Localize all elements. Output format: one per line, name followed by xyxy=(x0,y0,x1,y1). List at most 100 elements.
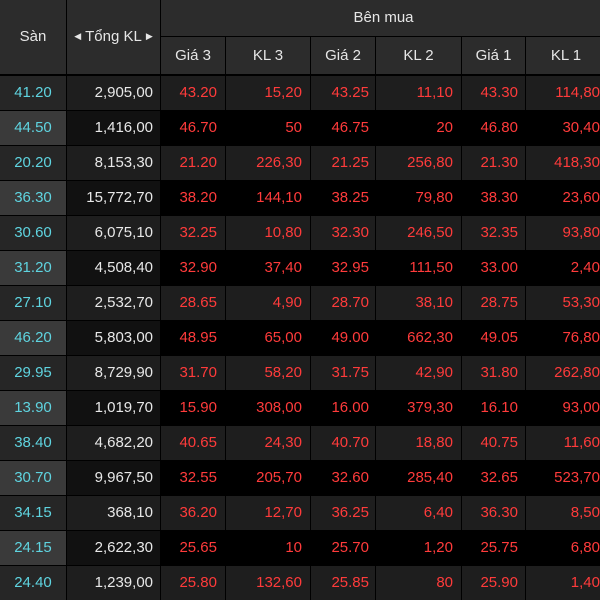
bid-volume-3-cell: 308,00 xyxy=(226,391,310,425)
bid-price-3-cell: 43.20 xyxy=(161,76,225,110)
bid-volume-3-cell: 4,90 xyxy=(226,286,310,320)
header-gia-1-label: Giá 1 xyxy=(475,47,512,64)
bid-volume-2-cell: 246,50 xyxy=(376,216,461,250)
floor-price-cell: 13.90 xyxy=(0,391,66,425)
floor-price-cell: 36.30 xyxy=(0,181,66,215)
bid-volume-3-cell: 50 xyxy=(226,111,310,145)
header-kl-2-label: KL 2 xyxy=(403,47,434,64)
table-row[interactable]: 46.20 5,803,00 48.95 65,00 49.00 662,30 49.05 7… xyxy=(0,321,600,356)
bid-volume-1-cell: 114,80 xyxy=(526,76,600,110)
bid-price-3-cell: 28.65 xyxy=(161,286,225,320)
bid-volume-1-cell: 6,80 xyxy=(526,531,600,565)
bid-volume-3-cell: 144,10 xyxy=(226,181,310,215)
floor-price-cell: 29.95 xyxy=(0,356,66,390)
bid-volume-2-cell: 285,40 xyxy=(376,461,461,495)
bid-volume-2-cell: 256,80 xyxy=(376,146,461,180)
table-row[interactable]: 34.15 368,10 36.20 12,70 36.25 6,40 36.30 8,50 xyxy=(0,496,600,531)
bid-price-3-cell: 40.65 xyxy=(161,426,225,460)
header-gia-3-label: Giá 3 xyxy=(175,47,211,64)
floor-price-cell: 44.50 xyxy=(0,111,66,145)
total-volume-cell: 8,729,90 xyxy=(67,356,160,390)
bid-volume-1-cell: 93,80 xyxy=(526,216,600,250)
table-row[interactable]: 13.90 1,019,70 15.90 308,00 16.00 379,30 16.10… xyxy=(0,391,600,426)
floor-price-cell: 27.10 xyxy=(0,286,66,320)
bid-volume-1-cell: 523,70 xyxy=(526,461,600,495)
header-gia-3: Giá 3 xyxy=(161,37,225,74)
header-kl-2: KL 2 xyxy=(376,37,461,74)
bid-volume-2-cell: 80 xyxy=(376,566,461,600)
total-volume-cell: 8,153,30 xyxy=(67,146,160,180)
floor-price-cell: 34.15 xyxy=(0,496,66,530)
header-ben-mua-label: Bên mua xyxy=(353,9,414,26)
table-row[interactable]: 30.60 6,075,10 32.25 10,80 32.30 246,50 32.35 9… xyxy=(0,216,600,251)
bid-price-2-cell: 38.25 xyxy=(311,181,375,215)
total-volume-cell: 1,019,70 xyxy=(67,391,160,425)
bid-volume-1-cell: 8,50 xyxy=(526,496,600,530)
bid-volume-2-cell: 662,30 xyxy=(376,321,461,355)
table-row[interactable]: 36.30 15,772,70 38.20 144,10 38.25 79,80 38.30… xyxy=(0,181,600,216)
bid-price-2-cell: 49.00 xyxy=(311,321,375,355)
total-volume-cell: 6,075,10 xyxy=(67,216,160,250)
table-row[interactable]: 24.15 2,622,30 25.65 10 25.70 1,20 25.75 6,80 xyxy=(0,531,600,566)
caret-left-icon[interactable]: ◀ xyxy=(74,0,81,73)
header-gia-2: Giá 2 xyxy=(311,37,375,74)
bid-price-3-cell: 15.90 xyxy=(161,391,225,425)
bid-volume-1-cell: 1,40 xyxy=(526,566,600,600)
table-row[interactable]: 20.20 8,153,30 21.20 226,30 21.25 256,80 21.30… xyxy=(0,146,600,181)
table-row[interactable]: 41.20 2,905,00 43.20 15,20 43.25 11,10 43.30 11… xyxy=(0,76,600,111)
header-gia-2-label: Giá 2 xyxy=(325,47,361,64)
bid-volume-2-cell: 379,30 xyxy=(376,391,461,425)
bid-price-3-cell: 25.65 xyxy=(161,531,225,565)
bid-price-1-cell: 33.00 xyxy=(462,251,525,285)
bid-price-1-cell: 31.80 xyxy=(462,356,525,390)
bid-volume-3-cell: 10,80 xyxy=(226,216,310,250)
table-row[interactable]: 27.10 2,532,70 28.65 4,90 28.70 38,10 28.75 53,… xyxy=(0,286,600,321)
floor-price-cell: 30.70 xyxy=(0,461,66,495)
bid-volume-3-cell: 226,30 xyxy=(226,146,310,180)
bid-price-3-cell: 31.70 xyxy=(161,356,225,390)
header-ben-mua: Bên mua xyxy=(161,0,600,36)
bid-price-3-cell: 32.25 xyxy=(161,216,225,250)
table-row[interactable]: 44.50 1,416,00 46.70 50 46.75 20 46.80 30,40 xyxy=(0,111,600,146)
bid-price-1-cell: 25.90 xyxy=(462,566,525,600)
bid-volume-3-cell: 132,60 xyxy=(226,566,310,600)
bid-volume-2-cell: 6,40 xyxy=(376,496,461,530)
bid-volume-1-cell: 53,30 xyxy=(526,286,600,320)
bid-price-2-cell: 28.70 xyxy=(311,286,375,320)
bid-volume-3-cell: 10 xyxy=(226,531,310,565)
floor-price-cell: 24.15 xyxy=(0,531,66,565)
floor-price-cell: 20.20 xyxy=(0,146,66,180)
bid-price-3-cell: 25.80 xyxy=(161,566,225,600)
bid-price-3-cell: 32.55 xyxy=(161,461,225,495)
bid-volume-2-cell: 18,80 xyxy=(376,426,461,460)
bid-price-1-cell: 43.30 xyxy=(462,76,525,110)
table-row[interactable]: 31.20 4,508,40 32.90 37,40 32.95 111,50 33.00 2… xyxy=(0,251,600,286)
header-san[interactable]: Sàn xyxy=(0,0,66,74)
bid-volume-3-cell: 205,70 xyxy=(226,461,310,495)
floor-price-cell: 41.20 xyxy=(0,76,66,110)
bid-volume-3-cell: 37,40 xyxy=(226,251,310,285)
bid-price-3-cell: 21.20 xyxy=(161,146,225,180)
total-volume-cell: 2,905,00 xyxy=(67,76,160,110)
total-volume-cell: 2,622,30 xyxy=(67,531,160,565)
caret-right-icon[interactable]: ▶ xyxy=(146,0,153,73)
bid-volume-1-cell: 11,60 xyxy=(526,426,600,460)
bid-price-1-cell: 32.35 xyxy=(462,216,525,250)
price-board: Sàn ◀ Tổng KL ▶ Bên mua Giá 3 KL 3 Giá 2 K… xyxy=(0,0,600,600)
bid-price-1-cell: 40.75 xyxy=(462,426,525,460)
table-row[interactable]: 29.95 8,729,90 31.70 58,20 31.75 42,90 31.80 26… xyxy=(0,356,600,391)
table-row[interactable]: 24.40 1,239,00 25.80 132,60 25.85 80 25.90 1,40 xyxy=(0,566,600,600)
bid-volume-3-cell: 58,20 xyxy=(226,356,310,390)
header-tong-kl[interactable]: ◀ Tổng KL ▶ xyxy=(67,0,160,74)
bid-price-2-cell: 16.00 xyxy=(311,391,375,425)
total-volume-cell: 368,10 xyxy=(67,496,160,530)
header-gia-1: Giá 1 xyxy=(462,37,525,74)
bid-price-3-cell: 48.95 xyxy=(161,321,225,355)
bid-price-3-cell: 46.70 xyxy=(161,111,225,145)
table-row[interactable]: 38.40 4,682,20 40.65 24,30 40.70 18,80 40.75 11… xyxy=(0,426,600,461)
bid-price-1-cell: 25.75 xyxy=(462,531,525,565)
bid-price-2-cell: 43.25 xyxy=(311,76,375,110)
total-volume-cell: 5,803,00 xyxy=(67,321,160,355)
bid-price-1-cell: 28.75 xyxy=(462,286,525,320)
table-row[interactable]: 30.70 9,967,50 32.55 205,70 32.60 285,40 32.65… xyxy=(0,461,600,496)
